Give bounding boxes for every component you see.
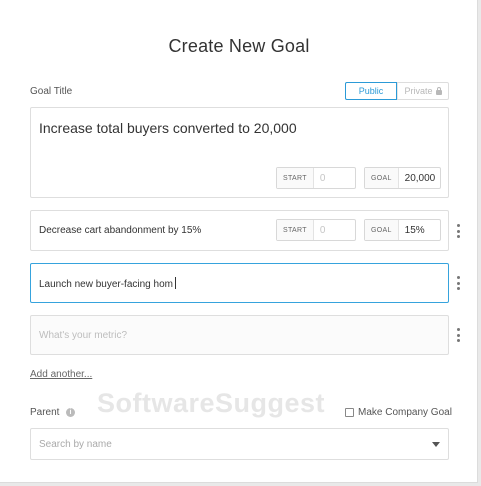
goal-text-input[interactable]: Decrease cart abandonment by 15% <box>39 225 201 236</box>
goal-text-input[interactable]: Launch new buyer-facing hom <box>39 277 176 290</box>
start-tag: START <box>277 168 314 188</box>
dialog-title: Create New Goal <box>168 36 310 56</box>
lock-icon <box>435 86 442 95</box>
metric-placeholder[interactable]: What's your metric? <box>39 330 127 341</box>
goal-row-1[interactable]: Increase total buyers converted to 20,00… <box>30 107 449 198</box>
goal-text-input[interactable]: Increase total buyers converted to 20,00… <box>39 120 297 136</box>
goal-row-3[interactable]: Launch new buyer-facing hom <box>30 263 449 303</box>
goal-field[interactable]: GOAL 15% <box>364 219 441 241</box>
visibility-toggle: Public Private <box>345 82 449 100</box>
more-options-icon[interactable] <box>456 224 460 238</box>
start-value: 0 <box>319 172 326 184</box>
search-placeholder: Search by name <box>39 439 112 450</box>
add-another-link[interactable]: Add another... <box>30 369 92 380</box>
start-value: 0 <box>319 224 326 236</box>
parent-search-select[interactable]: Search by name <box>30 428 449 460</box>
create-goal-dialog: Create New Goal Goal Title Public Privat… <box>0 0 478 483</box>
goal-tag: GOAL <box>365 168 399 188</box>
make-company-goal-label: Make Company Goal <box>358 407 452 418</box>
make-company-goal-checkbox[interactable] <box>345 408 354 417</box>
chevron-down-icon[interactable] <box>432 442 440 447</box>
text-caret <box>174 277 176 289</box>
public-option[interactable]: Public <box>345 82 397 100</box>
goal-value: 15% <box>404 224 425 236</box>
goal-value: 20,000 <box>404 172 436 184</box>
goal-title-label: Goal Title <box>30 86 73 97</box>
watermark-logo: SoftwareSuggest <box>97 388 326 418</box>
goal-field[interactable]: GOAL 20,000 <box>364 167 441 189</box>
goal-row-4[interactable]: What's your metric? <box>30 315 449 355</box>
info-icon[interactable]: i <box>66 408 75 417</box>
start-tag: START <box>277 220 314 240</box>
start-field[interactable]: START 0 <box>276 167 356 189</box>
parent-label: Parent <box>30 407 60 418</box>
goal-row-2[interactable]: Decrease cart abandonment by 15% START 0… <box>30 210 449 251</box>
more-options-icon[interactable] <box>456 328 460 342</box>
more-options-icon[interactable] <box>456 276 460 290</box>
private-option[interactable]: Private <box>397 83 448 99</box>
start-field[interactable]: START 0 <box>276 219 356 241</box>
goal-tag: GOAL <box>365 220 399 240</box>
